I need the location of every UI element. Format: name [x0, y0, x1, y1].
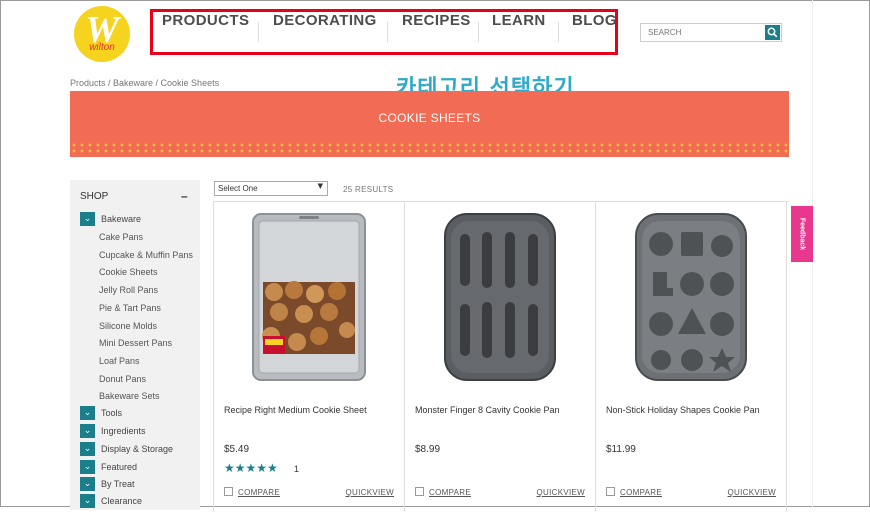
subcategory-mini-dessert-pans[interactable]: Mini Dessert Pans: [99, 338, 172, 348]
quickview-link[interactable]: QUICKVIEW: [346, 488, 394, 497]
nav-divider: [478, 22, 479, 42]
product-name[interactable]: Non-Stick Holiday Shapes Cookie Pan: [606, 405, 760, 415]
product-image-monster-finger-pan[interactable]: [440, 212, 560, 382]
product-price: $11.99: [606, 444, 636, 455]
feedback-tab[interactable]: Feedback: [791, 206, 813, 262]
main-nav-highlight: PRODUCTS DECORATING RECIPES LEARN BLOG: [150, 9, 618, 55]
wilton-logo[interactable]: W wilton: [74, 6, 130, 62]
subcategory-cupcake-muffin-pans[interactable]: Cupcake & Muffin Pans: [99, 250, 193, 260]
caret-down-icon: ▼: [317, 182, 323, 190]
banner-title: COOKIE SHEETS: [378, 111, 481, 125]
search-box: [640, 23, 782, 42]
chevron-down-icon: ⌄: [80, 442, 95, 456]
compare-label: COMPARE: [429, 488, 471, 497]
chevron-down-icon: ⌄: [80, 477, 95, 491]
subcategory-pie-tart-pans[interactable]: Pie & Tart Pans: [99, 303, 161, 313]
collapse-icon[interactable]: –: [181, 189, 188, 203]
nav-learn[interactable]: LEARN: [492, 12, 546, 52]
product-image-cookie-sheet[interactable]: [249, 212, 369, 382]
category-label: Bakeware: [101, 214, 142, 224]
nav-divider: [258, 22, 259, 42]
category-label: By Treat: [101, 479, 135, 489]
category-label: Display & Storage: [101, 444, 174, 454]
nav-recipes[interactable]: RECIPES: [402, 12, 471, 52]
subcategory-donut-pans[interactable]: Donut Pans: [99, 374, 146, 384]
shop-sidebar: SHOP – ⌄ Bakeware Cake Pans Cupcake & Mu…: [70, 180, 200, 510]
star-rating: ★★★★★: [224, 461, 278, 475]
category-banner: COOKIE SHEETS: [70, 91, 789, 157]
subcategory-silicone-molds[interactable]: Silicone Molds: [99, 321, 157, 331]
product-price: $5.49: [224, 444, 250, 455]
quickview-link[interactable]: QUICKVIEW: [537, 488, 585, 497]
chevron-down-icon: ⌄: [80, 424, 95, 438]
breadcrumb[interactable]: Products / Bakeware / Cookie Sheets: [70, 78, 219, 88]
logo-text: wilton: [89, 42, 115, 53]
category-label: Featured: [101, 462, 138, 472]
results-count: 25 RESULTS: [343, 185, 394, 194]
product-card[interactable]: Recipe Right Medium Cookie Sheet $5.49 ★…: [214, 202, 405, 512]
shop-heading: SHOP: [80, 191, 109, 202]
rating-count: 1: [294, 464, 300, 474]
product-name[interactable]: Recipe Right Medium Cookie Sheet: [224, 405, 367, 415]
subcategory-jelly-roll-pans[interactable]: Jelly Roll Pans: [99, 285, 158, 295]
compare-label: COMPARE: [238, 488, 280, 497]
subcategory-cake-pans[interactable]: Cake Pans: [99, 232, 143, 242]
category-label: Ingredients: [101, 426, 146, 436]
product-card[interactable]: Non-Stick Holiday Shapes Cookie Pan $11.…: [596, 202, 787, 512]
banner-dot-pattern: [70, 142, 789, 154]
feedback-label: Feedback: [798, 217, 806, 251]
sort-select-value: Select One: [218, 184, 258, 193]
category-label: Clearance: [101, 496, 143, 506]
nav-divider: [558, 22, 559, 42]
product-image-holiday-shapes-pan[interactable]: [631, 212, 751, 382]
nav-blog[interactable]: BLOG: [572, 12, 617, 52]
nav-divider: [387, 22, 388, 42]
chevron-down-icon: ⌄: [80, 406, 95, 420]
search-icon: [767, 27, 778, 38]
category-label: Tools: [101, 408, 123, 418]
product-card[interactable]: Monster Finger 8 Cavity Cookie Pan $8.99…: [405, 202, 596, 512]
product-name[interactable]: Monster Finger 8 Cavity Cookie Pan: [415, 405, 560, 415]
subcategory-cookie-sheets[interactable]: Cookie Sheets: [99, 267, 158, 277]
checkbox-icon: [224, 487, 233, 496]
chevron-down-icon: ⌄: [80, 460, 95, 474]
subcategory-bakeware-sets[interactable]: Bakeware Sets: [99, 391, 160, 401]
search-input[interactable]: [641, 24, 763, 41]
quickview-link[interactable]: QUICKVIEW: [728, 488, 776, 497]
checkbox-icon: [415, 487, 424, 496]
compare-label: COMPARE: [620, 488, 662, 497]
search-button[interactable]: [765, 25, 780, 40]
chevron-down-icon: ⌄: [80, 212, 95, 226]
subcategory-loaf-pans[interactable]: Loaf Pans: [99, 356, 140, 366]
chevron-down-icon: ⌄: [80, 494, 95, 508]
checkbox-icon: [606, 487, 615, 496]
nav-products[interactable]: PRODUCTS: [162, 12, 249, 52]
nav-decorating[interactable]: DECORATING: [273, 12, 377, 52]
product-price: $8.99: [415, 444, 441, 455]
product-grid: Recipe Right Medium Cookie Sheet $5.49 ★…: [213, 201, 789, 512]
sort-select[interactable]: Select One ▼: [214, 181, 328, 196]
